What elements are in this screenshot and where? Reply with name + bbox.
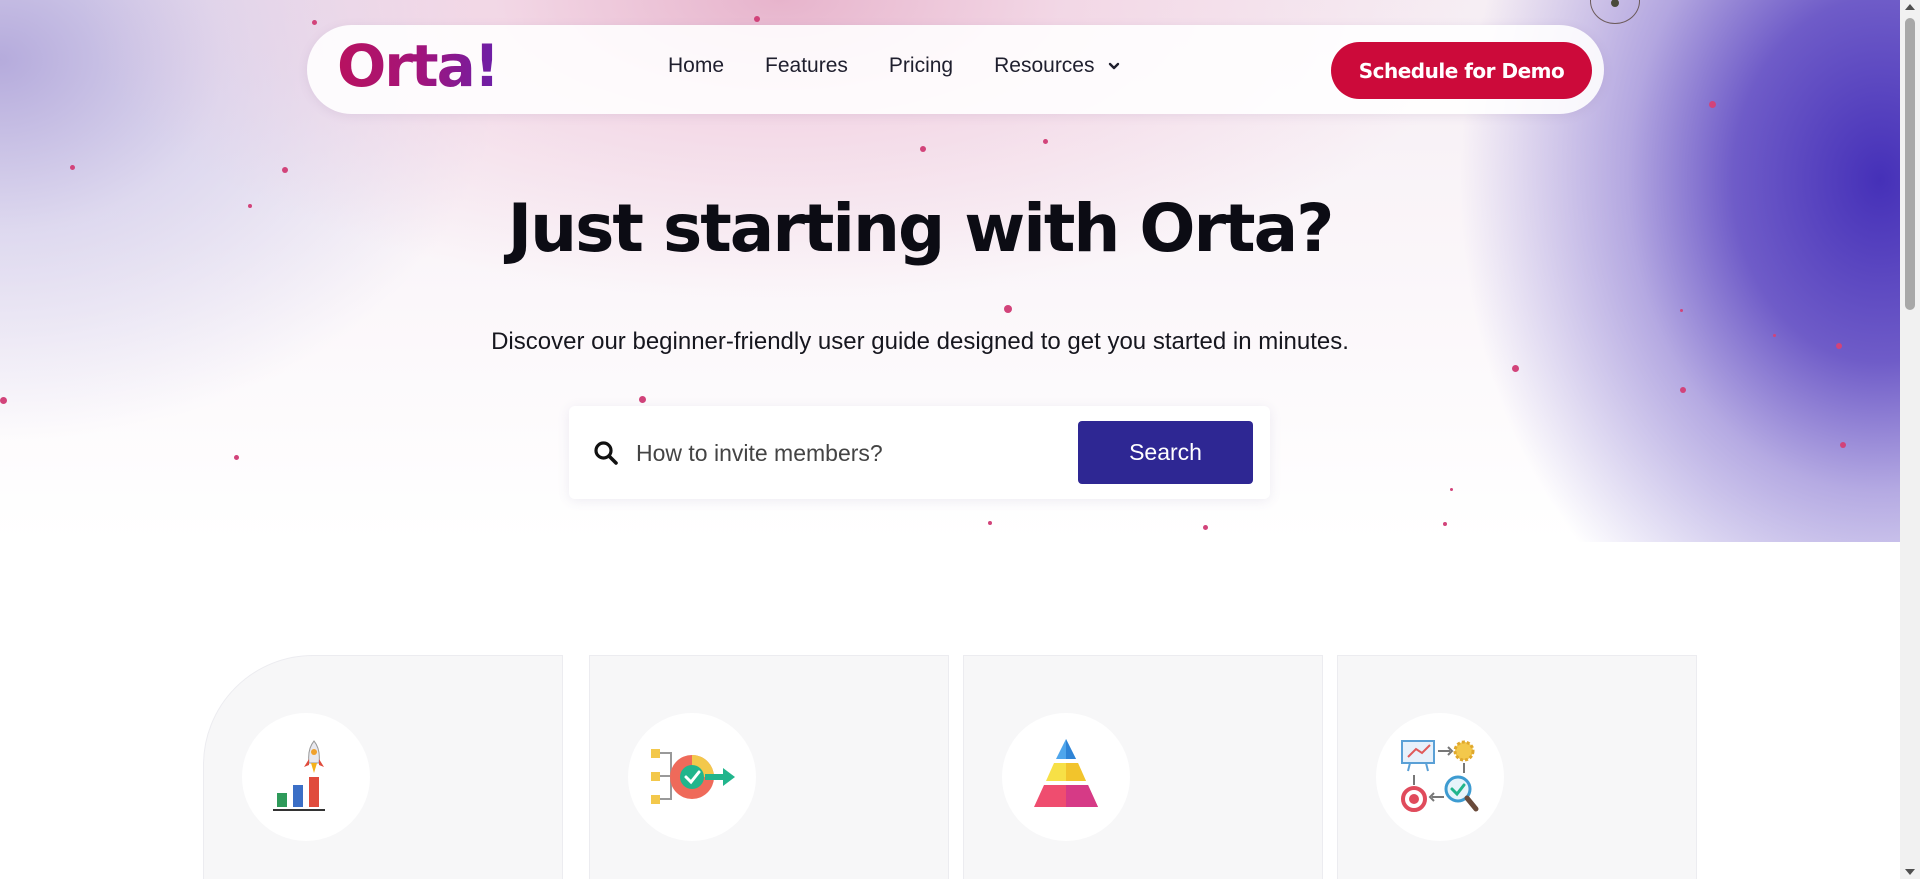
search-input[interactable] — [636, 432, 1036, 474]
guide-card[interactable] — [589, 655, 949, 879]
page-scrollbar[interactable] — [1900, 0, 1920, 879]
card-icon-circle — [242, 713, 370, 841]
decor-dot — [1512, 365, 1519, 372]
decor-dot — [988, 521, 992, 525]
decor-dot — [1450, 488, 1453, 491]
decor-dot — [1203, 525, 1208, 530]
decor-dot — [312, 20, 317, 25]
scroll-up-arrow-icon[interactable] — [1905, 4, 1915, 10]
search-icon — [594, 441, 618, 465]
page-subtitle: Discover our beginner-friendly user guid… — [491, 328, 1349, 355]
card-icon-circle — [1376, 713, 1504, 841]
decor-dot — [1680, 387, 1686, 393]
nav-features[interactable]: Features — [765, 54, 848, 78]
decor-dot — [754, 16, 760, 22]
hero-section: Orta! Home Features Pricing Resources Sc… — [0, 0, 1900, 542]
card-icon-circle — [1002, 713, 1130, 841]
nav-pricing[interactable]: Pricing — [889, 54, 953, 78]
target-process-icon — [651, 749, 735, 804]
guide-card[interactable] — [963, 655, 1323, 879]
guide-card[interactable] — [1337, 655, 1697, 879]
chevron-down-icon — [1108, 62, 1119, 70]
decor-dot — [920, 146, 926, 152]
nav-resources-label: Resources — [994, 54, 1095, 77]
page-title: Just starting with Orta? — [507, 190, 1335, 267]
rocket-growth-chart-icon — [273, 740, 325, 811]
decor-dot — [70, 165, 75, 170]
top-navbar: Orta! Home Features Pricing Resources Sc… — [307, 25, 1604, 114]
nav-resources[interactable]: Resources — [994, 54, 1120, 78]
decor-dot — [639, 396, 646, 403]
decor-dot — [1680, 309, 1683, 312]
decor-dot — [1709, 101, 1716, 108]
decor-dot — [1043, 139, 1048, 144]
scroll-down-arrow-icon[interactable] — [1905, 869, 1915, 875]
nav-links: Home Features Pricing Resources — [668, 54, 1162, 78]
pyramid-icon — [1034, 739, 1098, 807]
decor-dot — [282, 167, 288, 173]
workflow-strategy-icon — [1401, 740, 1479, 812]
decor-dot — [0, 397, 7, 404]
guide-card[interactable] — [203, 655, 563, 879]
orta-logo[interactable]: Orta! — [337, 34, 500, 99]
decor-dot — [1840, 442, 1846, 448]
card-icon-circle — [628, 713, 756, 841]
decor-dot — [1004, 305, 1012, 313]
search-box: Search — [569, 406, 1270, 499]
nav-home[interactable]: Home — [668, 54, 724, 78]
decor-dot — [234, 455, 239, 460]
scrollbar-thumb[interactable] — [1905, 18, 1915, 310]
schedule-demo-button[interactable]: Schedule for Demo — [1331, 42, 1592, 99]
search-button[interactable]: Search — [1078, 421, 1253, 484]
decor-dot — [1443, 522, 1447, 526]
